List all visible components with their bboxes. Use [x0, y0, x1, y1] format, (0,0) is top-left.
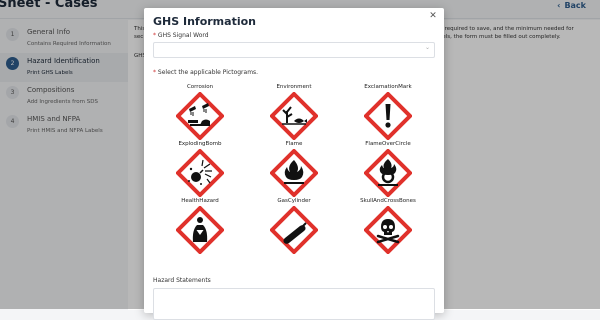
pictograms-label: * Select the applicable Pictograms. — [153, 69, 258, 76]
health-hazard-icon — [176, 206, 224, 254]
hazard-statements-input[interactable] — [153, 288, 435, 320]
ghs-information-modal: GHS Information ✕ * GHS Signal Word ⌄ * … — [144, 8, 444, 320]
corrosion-icon — [176, 92, 224, 140]
pictogram-name: Corrosion — [186, 84, 214, 90]
exclamation-mark-icon — [364, 92, 412, 140]
pictogram-exploding-bomb[interactable]: ExplodingBomb — [153, 140, 247, 197]
exploding-bomb-icon — [176, 149, 224, 197]
pictogram-flame-over-circle[interactable]: FlameOverCircle — [341, 140, 435, 197]
pictograms-label-text: Select the applicable Pictograms. — [157, 69, 259, 76]
hazard-statements-label: Hazard Statements — [153, 277, 211, 284]
gas-cylinder-icon — [270, 206, 318, 254]
environment-icon — [270, 92, 318, 140]
required-mark: * — [153, 32, 156, 39]
pictogram-skull-and-crossbones[interactable]: SkullAndCrossBones — [341, 197, 435, 254]
signal-word-select[interactable]: ⌄ — [153, 42, 435, 58]
pictogram-name: Flame — [285, 141, 303, 147]
flame-icon — [270, 149, 318, 197]
close-icon[interactable]: ✕ — [427, 10, 439, 22]
required-mark: * — [153, 69, 156, 76]
pictogram-name: FlameOverCircle — [365, 141, 411, 147]
flame-over-circle-icon — [364, 149, 412, 197]
pictogram-environment[interactable]: Environment — [247, 83, 341, 140]
pictogram-name: HealthHazard — [181, 198, 219, 204]
chevron-down-icon: ⌄ — [424, 44, 430, 51]
pictogram-name: ExplodingBomb — [178, 141, 222, 147]
pictogram-exclamation-mark[interactable]: ExclamationMark — [341, 83, 435, 140]
pictogram-flame[interactable]: Flame — [247, 140, 341, 197]
pictogram-health-hazard[interactable]: HealthHazard — [153, 197, 247, 254]
pictogram-name: SkullAndCrossBones — [360, 198, 416, 204]
pictogram-gas-cylinder[interactable]: GasCylinder — [247, 197, 341, 254]
pictogram-name: Environment — [276, 84, 312, 90]
pictogram-name: GasCylinder — [277, 198, 311, 204]
signal-word-label: * GHS Signal Word — [153, 32, 209, 39]
pictogram-name: ExclamationMark — [364, 84, 412, 90]
signal-word-label-text: GHS Signal Word — [157, 32, 209, 39]
skull-and-crossbones-icon — [364, 206, 412, 254]
modal-title: GHS Information — [153, 15, 256, 28]
pictogram-corrosion[interactable]: Corrosion — [153, 83, 247, 140]
